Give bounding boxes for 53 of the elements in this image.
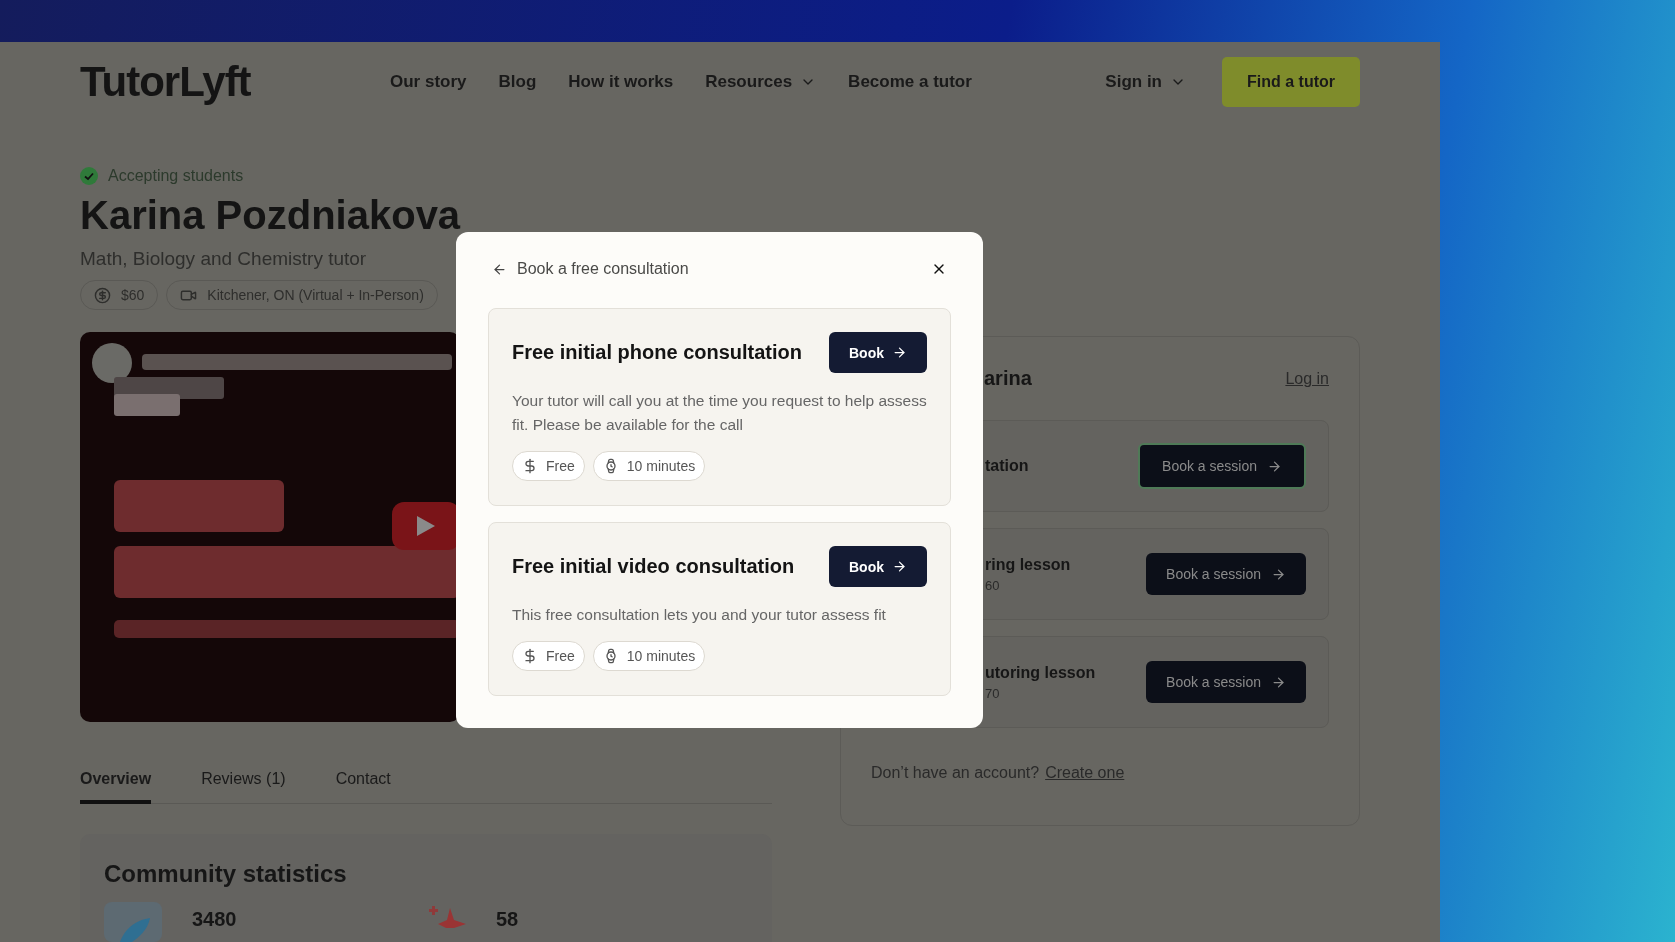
dollar-icon: [94, 286, 111, 304]
price-tag: Free: [512, 451, 585, 481]
tab[interactable]: Contact: [335, 762, 391, 804]
arrow-right-icon: [1271, 566, 1286, 582]
dollar-icon: [522, 458, 538, 474]
nav-link[interactable]: Our story: [390, 72, 467, 92]
leaf-icon: [104, 902, 162, 942]
dollar-icon: [522, 648, 538, 664]
book-button[interactable]: Book: [829, 332, 927, 373]
consultation-title: Free initial phone consultation: [512, 341, 803, 364]
tab[interactable]: Overview: [80, 762, 152, 804]
consultation-description: This free consultation lets you and your tutor assess fit: [512, 605, 887, 625]
tutor-subtitle: Math, Biology and Chemistry tutor: [80, 248, 367, 270]
lesson-price: 60: [985, 577, 1001, 593]
nav-link[interactable]: How it works: [568, 72, 674, 92]
arrow-right-icon: [892, 345, 907, 360]
nav-link[interactable]: Blog: [498, 72, 537, 92]
duration-tag: 10 minutes: [592, 451, 706, 481]
book-session-button[interactable]: Book a session: [1138, 443, 1306, 489]
lesson-price: 70: [985, 685, 1001, 701]
lesson-title: ring lesson: [985, 555, 1071, 574]
back-button[interactable]: [492, 261, 507, 277]
status-text: Accepting students: [108, 167, 244, 185]
check-circle-icon: [80, 167, 98, 185]
book-button[interactable]: Book: [829, 546, 927, 587]
duration-tag: 10 minutes: [592, 641, 706, 671]
arrow-right-icon: [1271, 674, 1286, 690]
dialog-title: Book a free consultation: [517, 260, 689, 278]
stat-value: 58: [496, 907, 519, 930]
lesson-title: tation: [985, 457, 1029, 475]
footer-text: Don’t have an account?: [871, 764, 1040, 782]
nav-link[interactable]: Become a tutor: [848, 72, 972, 92]
tutor-name: Karina Pozdniakova: [80, 193, 461, 238]
consultation-title: Free initial video consultation: [512, 555, 795, 578]
nav-link[interactable]: Resources: [705, 72, 817, 92]
log-in-link[interactable]: Log in: [1285, 369, 1329, 388]
sign-in-link[interactable]: Sign in: [1105, 72, 1186, 92]
arrow-right-icon: [892, 559, 907, 574]
stats-title: Community statistics: [104, 860, 348, 888]
logo[interactable]: TutorLyft: [80, 58, 260, 106]
lesson-title: utoring lesson: [985, 663, 1096, 682]
play-icon: [417, 516, 435, 536]
arrow-right-icon: [1267, 458, 1282, 474]
book-session-button[interactable]: Book a session: [1146, 661, 1306, 703]
consultation-description: Your tutor will call you at the time you request to help assess fit. Please be available for the call: [512, 391, 927, 435]
panel-title: arina: [984, 367, 1032, 390]
tab[interactable]: Reviews (1): [201, 762, 286, 804]
back-icon: [492, 261, 507, 277]
stat-value: 3480: [192, 907, 237, 930]
book-session-button[interactable]: Book a session: [1146, 553, 1306, 595]
create-account-link[interactable]: Create one: [1045, 764, 1125, 782]
find-tutor-button[interactable]: Find a tutor: [1222, 57, 1360, 107]
price-tag: Free: [512, 641, 585, 671]
